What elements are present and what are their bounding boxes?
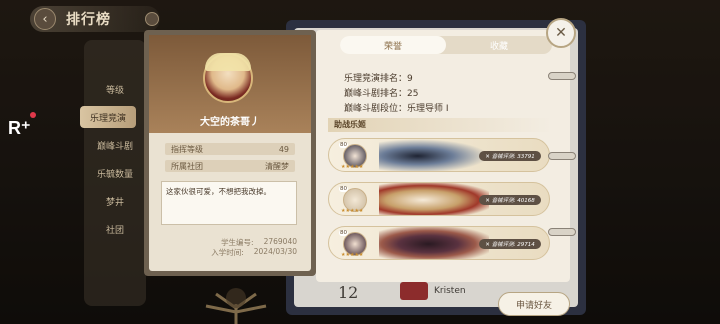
helper-section-title: 助战乐姬: [328, 118, 552, 132]
player-name: 大空的茶哥丿: [200, 117, 260, 128]
add-friend-button[interactable]: 申请好友: [498, 292, 570, 316]
level-label: 指挥等级: [171, 144, 203, 154]
helper-level: 80: [339, 142, 348, 148]
join-date-value: 2024/03/30: [253, 247, 297, 256]
overlay-logo-icon[interactable]: R⁺: [8, 118, 34, 144]
level-row: 指挥等级 49: [165, 143, 295, 155]
helper-portrait: [379, 227, 489, 259]
close-button[interactable]: ✕: [546, 18, 576, 48]
helper-level: 80: [339, 230, 348, 236]
profile-card: 大空的茶哥丿 指挥等级 49 所属社团 清醒梦 这家伙很可爱，不想把我改掉。 学…: [144, 30, 316, 276]
side-menu: 等级 乐理竞演 巅峰斗剧 乐毓数量 梦井 社团: [84, 40, 146, 306]
helper-power: ✕ 音械评测: 40168: [479, 195, 541, 205]
helper-slot[interactable]: 80 ★★★★★ ✕ 音械评测: 29714: [328, 226, 550, 260]
tab-collection[interactable]: 收藏: [446, 36, 552, 54]
binder-ring: [548, 152, 576, 160]
menu-item-peak-battle[interactable]: 巅峰斗剧: [84, 134, 146, 156]
menu-item-active[interactable]: 乐理竞演: [80, 106, 136, 128]
notification-dot: [30, 112, 36, 118]
helper-level: 80: [339, 186, 348, 192]
club-row: 所属社团 清醒梦: [165, 160, 295, 172]
helper-portrait: [379, 139, 489, 171]
avatar-hair: [205, 53, 251, 71]
binder-ring: [548, 72, 576, 80]
helper-slot[interactable]: 80 ★★★★★ ✕ 音械评测: 40168: [328, 182, 550, 216]
helper-stars: ★★★★★: [341, 164, 364, 170]
level-value: 49: [278, 144, 289, 154]
menu-item-dream-well[interactable]: 梦井: [84, 190, 146, 212]
helper-power: ✕ 音械评测: 29714: [479, 239, 541, 249]
rank-avatar: [400, 282, 428, 300]
bio-text: 这家伙很可爱，不想把我改掉。: [161, 181, 297, 225]
helper-power: ✕ 音械评测: 33791: [479, 151, 541, 161]
profile-card-inner: 大空的茶哥丿 指挥等级 49 所属社团 清醒梦 这家伙很可爱，不想把我改掉。 学…: [149, 35, 311, 271]
menu-item-level[interactable]: 等级: [84, 78, 146, 100]
tab-bar: 荣誉 收藏: [340, 36, 552, 54]
tab-honor[interactable]: 荣誉: [340, 36, 446, 54]
rank-number: 12: [338, 283, 359, 302]
helper-portrait: [379, 183, 489, 215]
club-value: 清醒梦: [265, 161, 289, 171]
join-date-line: 入学时间: 2024/03/30: [163, 247, 297, 258]
join-date-label: 入学时间:: [211, 248, 244, 257]
back-button[interactable]: ‹: [34, 8, 56, 30]
detail-panel: 荣誉 收藏 乐理竞演排名：9 巅峰斗剧排名：25 巅峰斗剧段位：乐理导师 Ⅰ 助…: [316, 30, 570, 282]
helper-stars: ★★★★★: [341, 208, 364, 214]
help-icon[interactable]: [145, 12, 159, 26]
tree-emblem-icon: [205, 288, 267, 324]
helper-slot[interactable]: 80 ★★★★★ ✕ 音械评测: 33791: [328, 138, 550, 172]
peak-battle-rank: 巅峰斗剧排名：25: [344, 89, 419, 99]
peak-battle-tier: 巅峰斗剧段位：乐理导师 Ⅰ: [344, 104, 449, 114]
club-label: 所属社团: [171, 161, 203, 171]
helper-stars: ★★★★★: [341, 252, 364, 258]
close-icon: ✕: [555, 25, 567, 41]
menu-item-collection-count[interactable]: 乐毓数量: [84, 162, 146, 184]
binder-ring: [548, 228, 576, 236]
menu-item-club[interactable]: 社团: [84, 218, 146, 240]
theory-contest-rank: 乐理竞演排名：9: [344, 74, 413, 84]
page-title: 排行榜: [66, 12, 111, 28]
rank-player-name: Kristen: [434, 286, 466, 296]
